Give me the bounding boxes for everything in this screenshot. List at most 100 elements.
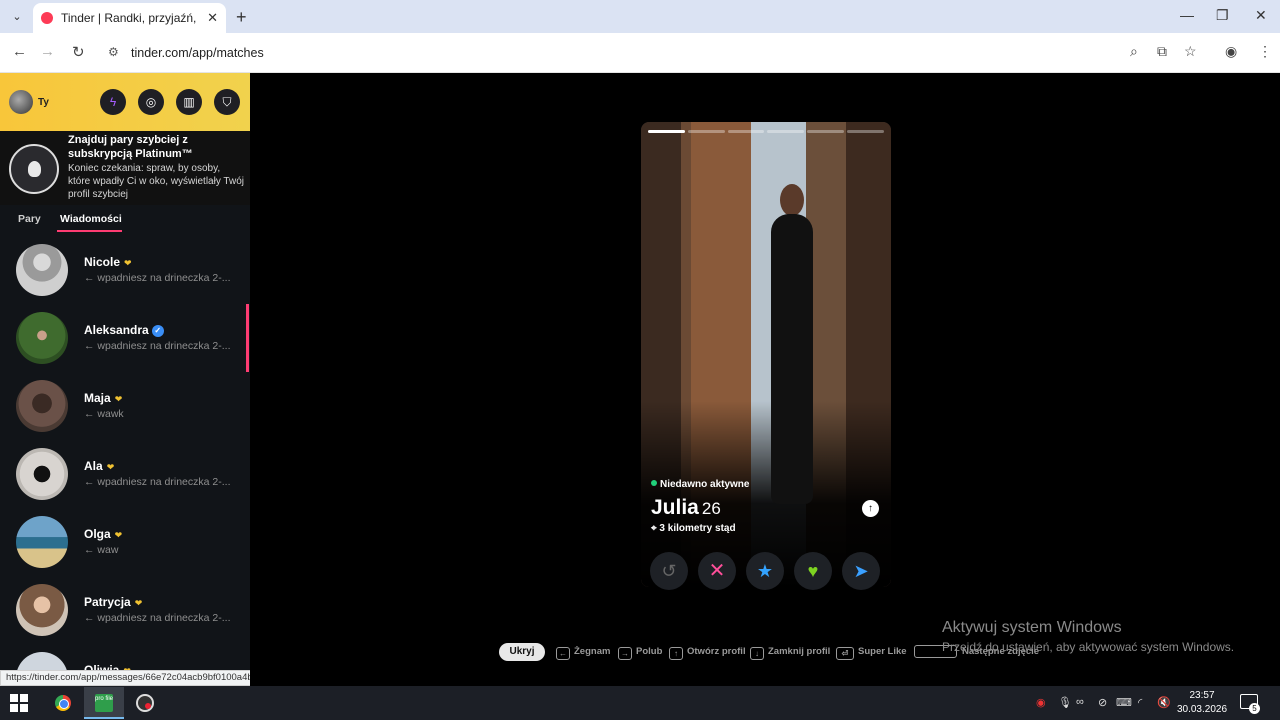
location-pin-icon: ⌖ xyxy=(651,523,657,534)
match-name: Patrycja xyxy=(84,595,131,609)
scrollbar[interactable] xyxy=(246,304,249,372)
recording-tray-icon[interactable]: ◉ xyxy=(1036,696,1046,709)
photo-progress-segment[interactable] xyxy=(687,130,725,133)
list-item[interactable]: Patrycja ❤ ← wpadniesz na drineczka 2-... xyxy=(0,583,246,645)
super-like-button[interactable]: ★ xyxy=(746,552,784,590)
system-clock[interactable]: 23:57 30.03.2026 xyxy=(1176,689,1228,717)
maximize-icon[interactable]: ❐ xyxy=(1216,7,1229,24)
hint-close: ↓ Zamknij profil xyxy=(750,646,830,660)
screen-recorder-icon xyxy=(136,694,154,712)
list-item[interactable]: Ala ❤ ← wpadniesz na drineczka 2-... xyxy=(0,447,246,509)
recorder-taskbar-button[interactable] xyxy=(125,687,165,719)
tab-matches[interactable]: Pary xyxy=(18,213,41,225)
chrome-taskbar-button[interactable] xyxy=(43,687,83,719)
back-icon[interactable]: ← xyxy=(12,43,27,60)
url-text[interactable]: tinder.com/app/matches xyxy=(131,46,264,60)
photo-progress-segment[interactable] xyxy=(847,130,884,133)
match-name-row: Olga ❤ xyxy=(84,527,122,541)
my-avatar[interactable] xyxy=(9,90,33,114)
hide-hints-button[interactable]: Ukryj xyxy=(499,643,545,661)
status-bar-url: https://tinder.com/app/messages/66e72c04… xyxy=(0,670,250,686)
promo-body: Koniec czekania: spraw, by osoby, które … xyxy=(68,163,244,200)
install-app-icon[interactable]: ⧉ xyxy=(1157,43,1167,60)
sidebar-header: Ty ϟ ◎ ▥ ⛉ xyxy=(0,73,250,131)
down-arrow-key-icon: ↓ xyxy=(750,647,764,660)
right-arrow-key-icon: → xyxy=(618,647,632,660)
close-tab-icon[interactable]: ✕ xyxy=(207,10,218,26)
liked-badge-icon: ❤ xyxy=(114,394,123,404)
zoom-icon[interactable]: ⌕ xyxy=(1130,43,1138,60)
active-status-row: Niedawno aktywne xyxy=(651,479,749,490)
left-arrow-key-icon: ← xyxy=(556,647,570,660)
briefcase-icon[interactable]: ▥ xyxy=(176,89,202,115)
match-name-row: Maja ❤ xyxy=(84,391,122,405)
list-item[interactable]: Maja ❤ ← wawk xyxy=(0,379,246,441)
close-window-icon[interactable]: ✕ xyxy=(1255,7,1267,24)
reload-icon[interactable]: ↻ xyxy=(72,43,85,61)
new-tab-icon[interactable]: + xyxy=(236,7,247,28)
clock-time: 23:57 xyxy=(1189,690,1215,701)
clock-date: 30.03.2026 xyxy=(1176,704,1228,715)
browser-tab[interactable]: Tinder | Randki, przyjaźń, nowe ✕ xyxy=(33,3,226,33)
match-name-row: Ala ❤ xyxy=(84,459,114,473)
wifi-tray-icon[interactable]: ◜ xyxy=(1138,696,1142,709)
name-age-row: Julia 26 xyxy=(651,496,721,520)
hint-close-label: Zamknij profil xyxy=(768,646,831,657)
volume-muted-tray-icon[interactable]: 🔇 xyxy=(1157,696,1171,709)
link-tray-icon[interactable]: ∞ xyxy=(1076,696,1084,708)
photo-progress-segment[interactable] xyxy=(807,130,845,133)
explore-icon[interactable]: ◎ xyxy=(138,89,164,115)
bookmark-star-icon[interactable]: ☆ xyxy=(1184,43,1197,60)
photo-progress xyxy=(648,130,884,133)
list-item[interactable]: Aleksandra ✓ ← wpadniesz na drineczka 2-.… xyxy=(0,311,246,373)
last-message: ← wpadniesz na drineczka 2-... xyxy=(84,272,231,284)
avatar xyxy=(16,448,68,500)
tab-title: Tinder | Randki, przyjaźń, nowe xyxy=(61,11,199,25)
hint-nope-label: Żegnam xyxy=(574,646,611,657)
active-status: Niedawno aktywne xyxy=(660,479,750,490)
boost-send-button[interactable]: ➤ xyxy=(842,552,880,590)
photo-progress-segment[interactable] xyxy=(648,130,685,133)
hint-superlike-label: Super Like xyxy=(858,646,907,657)
photo-progress-segment[interactable] xyxy=(767,130,805,133)
safety-shield-icon[interactable]: ⛉ xyxy=(214,89,240,115)
sidebar-tabs: Pary Wiadomości xyxy=(0,205,250,233)
profile-app-taskbar-button[interactable]: pro file xyxy=(84,687,124,719)
up-arrow-key-icon: ↑ xyxy=(669,647,683,660)
last-message: ← wpadniesz na drineczka 2-... xyxy=(84,476,231,488)
match-name: Nicole xyxy=(84,255,121,269)
list-item[interactable]: Nicole ❤ ← wpadniesz na drineczka 2-... xyxy=(0,243,246,305)
person-figure xyxy=(763,184,821,504)
tinder-favicon-icon xyxy=(41,12,53,24)
like-button[interactable]: ♥ xyxy=(794,552,832,590)
microphone-tray-icon[interactable]: 🎙 xyxy=(1058,696,1072,709)
forward-icon[interactable]: → xyxy=(40,43,55,60)
profile-icon[interactable]: ◉ xyxy=(1225,43,1237,60)
nope-button[interactable]: ✕ xyxy=(698,552,736,590)
menu-icon[interactable]: ⋮ xyxy=(1258,43,1272,60)
notification-count: 5 xyxy=(1249,703,1260,714)
online-dot-icon xyxy=(651,480,657,486)
browser-toolbar: ← → ↻ ⚙ tinder.com/app/matches ⌕ ⧉ ☆ ◉ ⋮ xyxy=(0,33,1280,73)
windows-start-icon[interactable] xyxy=(10,694,28,712)
my-profile-label[interactable]: Ty xyxy=(38,97,49,108)
avatar xyxy=(16,312,68,364)
profile-card[interactable]: Niedawno aktywne Julia 26 ↑ ⌖ 3 kilometry… xyxy=(641,122,891,587)
network-off-tray-icon[interactable]: ⊘ xyxy=(1098,696,1107,709)
open-profile-icon[interactable]: ↑ xyxy=(862,500,879,517)
hint-like-label: Polub xyxy=(636,646,663,657)
platinum-promo[interactable]: Znajduj pary szybciej z subskrypcją Plat… xyxy=(0,131,250,205)
tab-messages[interactable]: Wiadomości xyxy=(60,213,122,225)
minimize-icon[interactable]: — xyxy=(1180,7,1194,23)
avatar xyxy=(16,516,68,568)
hint-superlike: ⏎ Super Like xyxy=(836,646,907,660)
list-item[interactable]: Olga ❤ ← waw xyxy=(0,515,246,577)
tab-search-icon[interactable]: ⌄ xyxy=(8,8,26,26)
rewind-button[interactable]: ↺ xyxy=(650,552,688,590)
site-info-icon[interactable]: ⚙ xyxy=(108,45,119,59)
photo-progress-segment[interactable] xyxy=(727,130,765,133)
boost-icon[interactable]: ϟ xyxy=(100,89,126,115)
address-bar[interactable]: ⚙ tinder.com/app/matches xyxy=(100,38,1210,68)
watermark-title: Aktywuj system Windows xyxy=(942,619,1122,636)
keyboard-tray-icon[interactable]: ⌨ xyxy=(1116,696,1132,709)
